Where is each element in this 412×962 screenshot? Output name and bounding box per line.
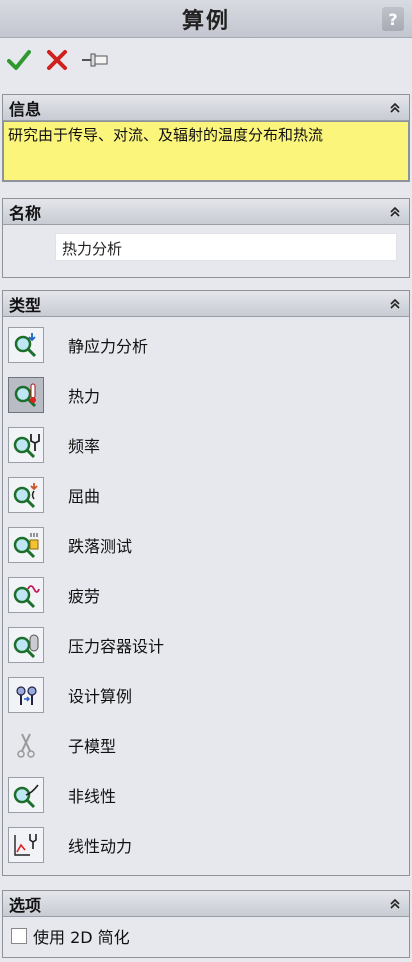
type-item-nonlinear[interactable]: 非线性 [8,775,398,815]
info-group-header[interactable]: 信息 [3,95,409,121]
help-button[interactable]: ? [382,7,404,31]
linear-dynamic-icon [8,827,44,863]
type-label: 热力 [68,387,101,406]
options-group-header[interactable]: 选项 [3,891,409,917]
type-label: 跌落测试 [68,537,133,556]
type-item-static[interactable]: 静应力分析 [8,325,398,365]
buckling-icon [8,477,44,513]
thermal-icon [8,377,44,413]
type-item-drop-test[interactable]: 跌落测试 [8,525,398,565]
page-title: 算例 [181,8,230,34]
submodel-icon [8,727,44,763]
name-group: 名称 热力分析 [2,198,410,278]
type-item-pressure-vessel[interactable]: 压力容器设计 [8,625,398,665]
cancel-button[interactable] [42,45,72,75]
use-2d-label: 使用 2D 简化 [33,928,130,947]
type-item-design-study[interactable]: 设计算例 [8,675,398,715]
type-label: 压力容器设计 [68,637,165,656]
collapse-icon[interactable] [387,296,403,312]
type-item-frequency[interactable]: 频率 [8,425,398,465]
type-group: 类型 静应力分析 热力 频率 屈曲 跌落测试 疲劳 压力容器设计 设计算例 子模… [2,290,410,876]
pushpin-icon [82,53,108,67]
collapse-icon[interactable] [387,100,403,116]
info-group: 信息 研究由于传导、对流、及辐射的温度分布和热流 [2,94,410,182]
drop-test-icon [8,527,44,563]
type-group-header[interactable]: 类型 [3,291,409,317]
collapse-icon[interactable] [387,204,403,220]
type-label: 频率 [68,437,101,456]
options-body: 使用 2D 简化 [3,917,409,955]
type-item-linear-dynamic[interactable]: 线性动力 [8,825,398,865]
type-item-submodel[interactable]: 子模型 [8,725,398,765]
name-group-header[interactable]: 名称 [3,199,409,225]
collapse-icon[interactable] [387,896,403,912]
type-label: 线性动力 [68,837,133,856]
type-item-fatigue[interactable]: 疲劳 [8,575,398,615]
type-label: 设计算例 [68,687,133,706]
design-study-icon [8,677,44,713]
name-body: 热力分析 [3,225,409,275]
use-2d-checkbox[interactable] [11,928,27,944]
close-icon [47,50,67,70]
type-label: 疲劳 [68,587,101,606]
type-label: 屈曲 [68,487,101,506]
nonlinear-icon [8,777,44,813]
pin-button[interactable] [80,45,110,75]
study-name-field[interactable]: 热力分析 [55,233,397,261]
name-group-title: 名称 [9,203,42,223]
info-group-title: 信息 [9,99,42,119]
options-group-title: 选项 [9,895,42,915]
type-item-thermal[interactable]: 热力 [8,375,398,415]
type-label: 子模型 [68,737,117,756]
ok-button[interactable] [4,45,34,75]
type-label: 静应力分析 [68,337,149,356]
checkmark-icon [7,50,31,70]
static-analysis-icon [8,327,44,363]
type-item-buckling[interactable]: 屈曲 [8,475,398,515]
frequency-icon [8,427,44,463]
fatigue-icon [8,577,44,613]
action-toolbar [0,38,412,82]
type-label: 非线性 [68,787,117,806]
info-message: 研究由于传导、对流、及辐射的温度分布和热流 [3,121,409,181]
options-group: 选项 使用 2D 简化 [2,890,410,958]
pressure-vessel-icon [8,627,44,663]
property-manager-titlebar: 算例 ? [0,0,412,38]
type-group-title: 类型 [9,295,42,315]
